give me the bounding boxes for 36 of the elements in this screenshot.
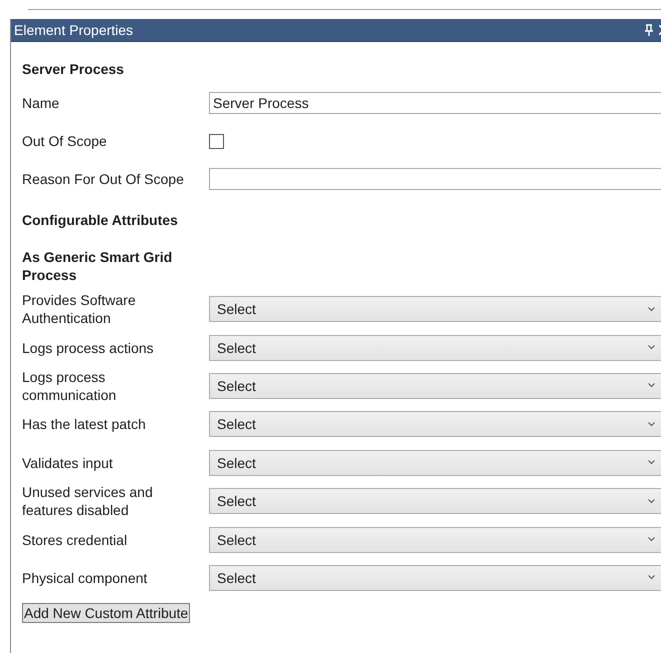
attribute-label: Physical component bbox=[22, 568, 148, 587]
attribute-dropdown[interactable]: Select bbox=[209, 296, 661, 322]
attribute-label: Logs process communication bbox=[22, 368, 118, 404]
chevron-down-icon bbox=[648, 306, 655, 312]
text-field[interactable] bbox=[209, 168, 661, 190]
group-heading: As Generic Smart Grid Process bbox=[22, 248, 174, 284]
field-label: Out Of Scope bbox=[22, 132, 108, 150]
attribute-dropdown[interactable]: Select bbox=[209, 564, 661, 591]
field-label: Name bbox=[22, 94, 60, 112]
attribute-dropdown[interactable]: Select bbox=[209, 450, 661, 476]
attribute-label: Unused services and features disabled bbox=[22, 483, 154, 520]
chevron-down-icon bbox=[648, 498, 655, 504]
chevron-down-icon bbox=[648, 422, 655, 427]
attribute-label: Validates input bbox=[22, 454, 114, 472]
pin-icon[interactable] bbox=[645, 24, 653, 36]
panel-title: Element Properties bbox=[14, 22, 134, 38]
add-attribute-button[interactable]: Add New Custom Attribute bbox=[22, 603, 190, 624]
text-field[interactable]: Server Process bbox=[209, 92, 661, 114]
attribute-label: Logs process actions bbox=[22, 338, 155, 357]
attribute-dropdown[interactable]: Select bbox=[209, 334, 661, 361]
attribute-label: Stores credential bbox=[22, 530, 128, 549]
chevron-down-icon bbox=[648, 460, 655, 466]
chevron-down-icon bbox=[648, 575, 655, 580]
attribute-dropdown[interactable]: Select bbox=[209, 372, 661, 399]
attribute-label: Has the latest patch bbox=[22, 415, 147, 434]
attribute-label: Provides Software Authentication bbox=[22, 291, 137, 328]
section-heading: Server Process bbox=[22, 60, 125, 78]
section-heading: Configurable Attributes bbox=[22, 211, 179, 229]
chevron-down-icon bbox=[648, 383, 655, 388]
attribute-dropdown[interactable]: Select bbox=[209, 411, 661, 438]
field-label: Reason For Out Of Scope bbox=[22, 170, 185, 188]
attribute-dropdown[interactable]: Select bbox=[209, 488, 661, 514]
checkbox[interactable] bbox=[209, 134, 224, 148]
chevron-down-icon bbox=[648, 345, 655, 350]
attribute-dropdown[interactable]: Select bbox=[209, 526, 661, 553]
chevron-down-icon bbox=[648, 537, 655, 542]
